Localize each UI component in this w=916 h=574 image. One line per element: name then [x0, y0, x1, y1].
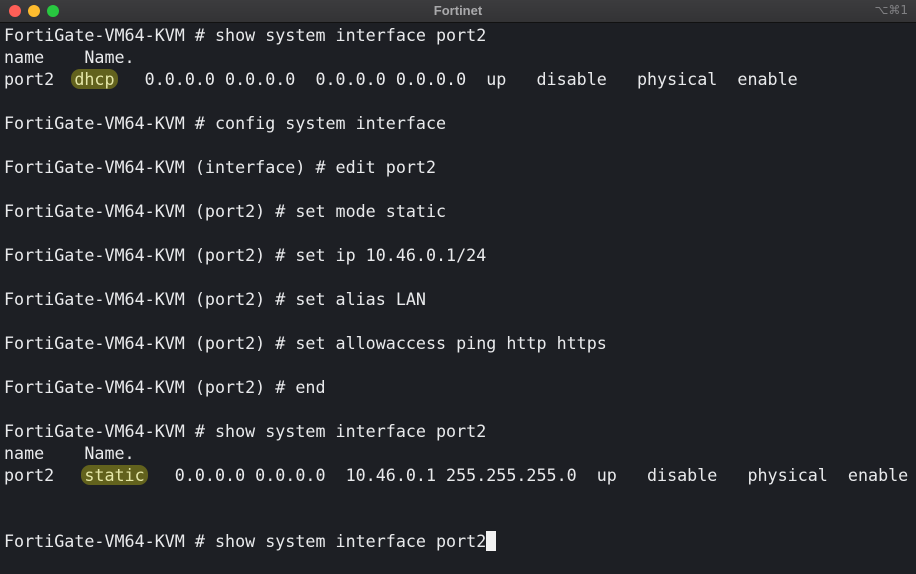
terminal-line: FortiGate-VM64-KVM # config system inter… [4, 113, 447, 133]
terminal-line: FortiGate-VM64-KVM (interface) # edit po… [4, 157, 437, 177]
text-cursor [486, 531, 497, 551]
terminal-line: FortiGate-VM64-KVM (port2) # set alias L… [4, 289, 426, 309]
interface-details: 0.0.0.0 0.0.0.0 0.0.0.0 0.0.0.0 up disab… [114, 69, 798, 89]
terminal-line: name Name. [4, 443, 135, 463]
terminal-line: port2 static 0.0.0.0 0.0.0.0 10.46.0.1 2… [4, 464, 914, 486]
window-title: Fortinet [433, 3, 483, 18]
interface-name: port2 [4, 69, 75, 89]
terminal-line: FortiGate-VM64-KVM (port2) # set ip 10.4… [4, 245, 487, 265]
terminal-line: FortiGate-VM64-KVM # show system interfa… [4, 25, 487, 45]
terminal-line: FortiGate-VM64-KVM (port2) # set allowac… [4, 333, 607, 353]
terminal-line: FortiGate-VM64-KVM # show system interfa… [4, 421, 487, 441]
title-bar: Fortinet ⌥⌘1 [0, 0, 916, 23]
window-shortcut-label: ⌥⌘1 [874, 3, 908, 17]
interface-name: port2 [4, 465, 85, 485]
terminal-output[interactable]: FortiGate-VM64-KVM # show system interfa… [4, 24, 914, 552]
terminal-line: FortiGate-VM64-KVM (port2) # end [4, 377, 326, 397]
current-command: FortiGate-VM64-KVM # show system interfa… [4, 531, 487, 551]
terminal-line: port2 dhcp 0.0.0.0 0.0.0.0 0.0.0.0 0.0.0… [4, 68, 914, 90]
terminal-prompt-line[interactable]: FortiGate-VM64-KVM # show system interfa… [4, 530, 914, 552]
terminal-line: name Name. [4, 47, 135, 67]
terminal-line: FortiGate-VM64-KVM (port2) # set mode st… [4, 201, 447, 221]
highlighted-mode-static: static [81, 465, 148, 485]
terminal-window: Fortinet ⌥⌘1 FortiGate-VM64-KVM # show s… [0, 0, 916, 574]
highlighted-mode-dhcp: dhcp [71, 69, 118, 89]
interface-details: 0.0.0.0 0.0.0.0 10.46.0.1 255.255.255.0 … [144, 465, 909, 485]
